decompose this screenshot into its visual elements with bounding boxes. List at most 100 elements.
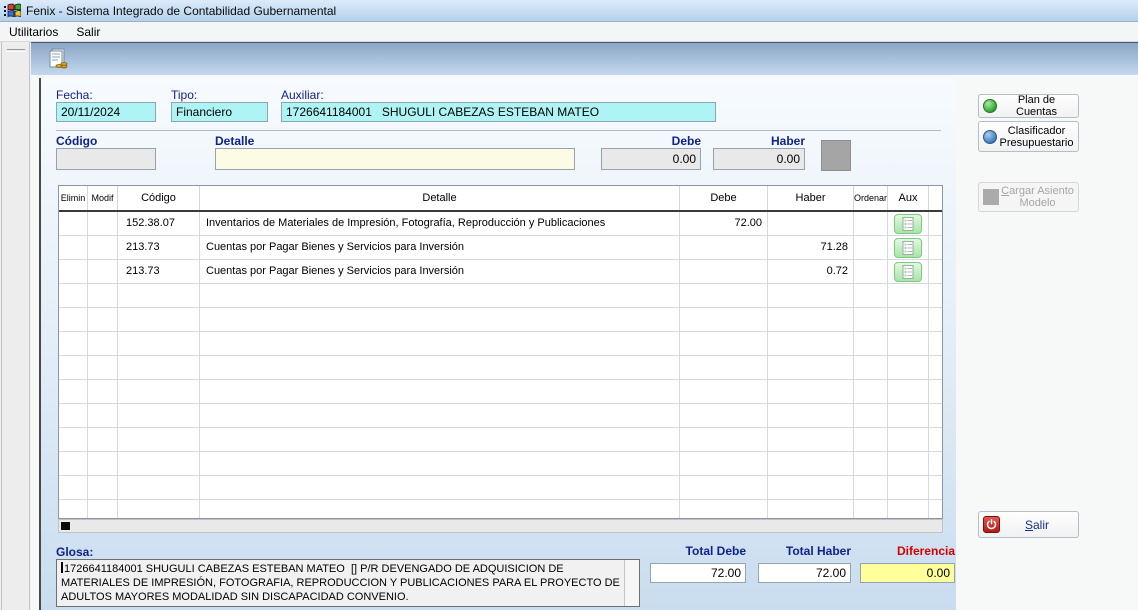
table-row[interactable] (59, 500, 942, 519)
cell-aux (888, 284, 929, 308)
cell-debe (680, 356, 768, 380)
cell-elimin (59, 500, 88, 519)
cell-ordenar (854, 476, 888, 500)
table-row[interactable]: 213.73Cuentas por Pagar Bienes y Servici… (59, 236, 942, 260)
cargar-asiento-modelo-label: Cargar Asiento Modelo (1001, 185, 1074, 209)
cell-filler (929, 428, 942, 452)
cell-debe (680, 500, 768, 519)
cell-detalle: Cuentas por Pagar Bienes y Servicios par… (200, 236, 680, 260)
entries-table: EliminModifCódigoDetalleDebeHaberOrdenar… (58, 185, 943, 519)
cell-elimin (59, 452, 88, 476)
cell-modif (88, 236, 118, 260)
cell-detalle (200, 404, 680, 428)
cell-modif (88, 380, 118, 404)
document-coins-icon (46, 47, 70, 71)
cell-modif (88, 428, 118, 452)
cell-codigo: 152.38.07 (118, 212, 200, 236)
aux-detail-button[interactable] (894, 238, 922, 258)
salir-label: Salir (1000, 519, 1074, 531)
separator-line (56, 130, 941, 131)
diferencia-field: 0.00 (860, 563, 955, 583)
fecha-field[interactable]: 20/11/2024 (56, 102, 156, 122)
table-row[interactable] (59, 284, 942, 308)
table-row[interactable] (59, 356, 942, 380)
content-area: Fecha: 20/11/2024 Tipo: Financiero Auxil… (31, 75, 1138, 610)
cell-haber: 71.28 (768, 236, 854, 260)
column-header-detalle[interactable]: Detalle (200, 186, 680, 210)
cell-codigo (118, 356, 200, 380)
scrollbar-thumb[interactable] (61, 522, 70, 530)
cell-haber (768, 380, 854, 404)
cell-debe (680, 452, 768, 476)
menu-salir[interactable]: Salir (67, 23, 109, 41)
table-row[interactable] (59, 428, 942, 452)
cell-debe (680, 332, 768, 356)
haber-label: Haber (713, 134, 805, 148)
auxiliar-field[interactable]: 1726641184001 SHUGULI CABEZAS ESTEBAN MA… (281, 102, 716, 122)
aux-detail-button[interactable] (894, 262, 922, 282)
cargar-asiento-modelo-button[interactable]: Cargar Asiento Modelo (978, 182, 1079, 212)
detalle-input[interactable] (215, 148, 575, 170)
collapsed-side-panel[interactable] (1, 42, 30, 610)
aux-detail-button[interactable] (894, 214, 922, 234)
menu-utilitarios[interactable]: Utilitarios (0, 23, 67, 41)
debe-input[interactable]: 0.00 (601, 148, 701, 170)
cell-codigo (118, 500, 200, 519)
cell-detalle (200, 308, 680, 332)
table-row[interactable] (59, 380, 942, 404)
new-voucher-button[interactable] (45, 47, 71, 73)
cell-aux (888, 428, 929, 452)
cell-aux (888, 380, 929, 404)
cell-filler (929, 500, 942, 519)
table-row[interactable] (59, 332, 942, 356)
cell-ordenar (854, 308, 888, 332)
cell-ordenar (854, 236, 888, 260)
cell-detalle (200, 428, 680, 452)
add-entry-square-button[interactable] (821, 140, 851, 171)
plan-de-cuentas-button[interactable]: Plan de Cuentas (978, 94, 1079, 118)
table-row[interactable] (59, 452, 942, 476)
glosa-text: 1726641184001 SHUGULI CABEZAS ESTEBAN MA… (61, 563, 622, 603)
window-body: Fecha: 20/11/2024 Tipo: Financiero Auxil… (0, 42, 1138, 610)
glosa-textarea[interactable]: 1726641184001 SHUGULI CABEZAS ESTEBAN MA… (56, 559, 640, 607)
panel-grip[interactable] (7, 49, 25, 52)
cell-aux (888, 500, 929, 519)
table-row[interactable] (59, 308, 942, 332)
table-horizontal-scrollbar[interactable] (58, 519, 943, 533)
cell-debe: 72.00 (680, 212, 768, 236)
glosa-label: Glosa: (56, 545, 93, 559)
column-header-debe[interactable]: Debe (680, 186, 768, 210)
table-row[interactable] (59, 476, 942, 500)
column-header-modif[interactable]: Modif (88, 186, 118, 210)
cell-aux (888, 404, 929, 428)
tipo-field[interactable]: Financiero (171, 102, 268, 122)
haber-input[interactable]: 0.00 (713, 148, 805, 170)
cell-detalle: Cuentas por Pagar Bienes y Servicios par… (200, 260, 680, 284)
cell-debe (680, 308, 768, 332)
cell-haber (768, 356, 854, 380)
column-header-elimin[interactable]: Elimin (59, 186, 88, 210)
codigo-input[interactable] (56, 148, 156, 170)
cell-aux (888, 236, 929, 260)
cell-elimin (59, 356, 88, 380)
title-bar[interactable]: Fenix - Sistema Integrado de Contabilida… (0, 0, 1138, 22)
blue-sphere-icon (983, 130, 997, 144)
cell-codigo (118, 476, 200, 500)
cell-elimin (59, 404, 88, 428)
table-row[interactable] (59, 404, 942, 428)
cell-filler (929, 404, 942, 428)
table-row[interactable]: 213.73Cuentas por Pagar Bienes y Servici… (59, 260, 942, 284)
cell-codigo (118, 452, 200, 476)
table-row[interactable]: 152.38.07Inventarios de Materiales de Im… (59, 212, 942, 236)
cell-modif (88, 284, 118, 308)
column-header-ordenar[interactable]: Ordenar (854, 186, 888, 210)
column-header-aux[interactable]: Aux (888, 186, 929, 210)
column-header-codigo[interactable]: Código (118, 186, 200, 210)
cell-debe (680, 236, 768, 260)
salir-button[interactable]: Salir (978, 511, 1079, 538)
cell-codigo (118, 428, 200, 452)
glosa-scrollbar[interactable] (624, 560, 639, 606)
column-header-haber[interactable]: Haber (768, 186, 854, 210)
clasificador-presupuestario-button[interactable]: Clasificador Presupuestario (978, 121, 1079, 152)
cell-aux (888, 476, 929, 500)
